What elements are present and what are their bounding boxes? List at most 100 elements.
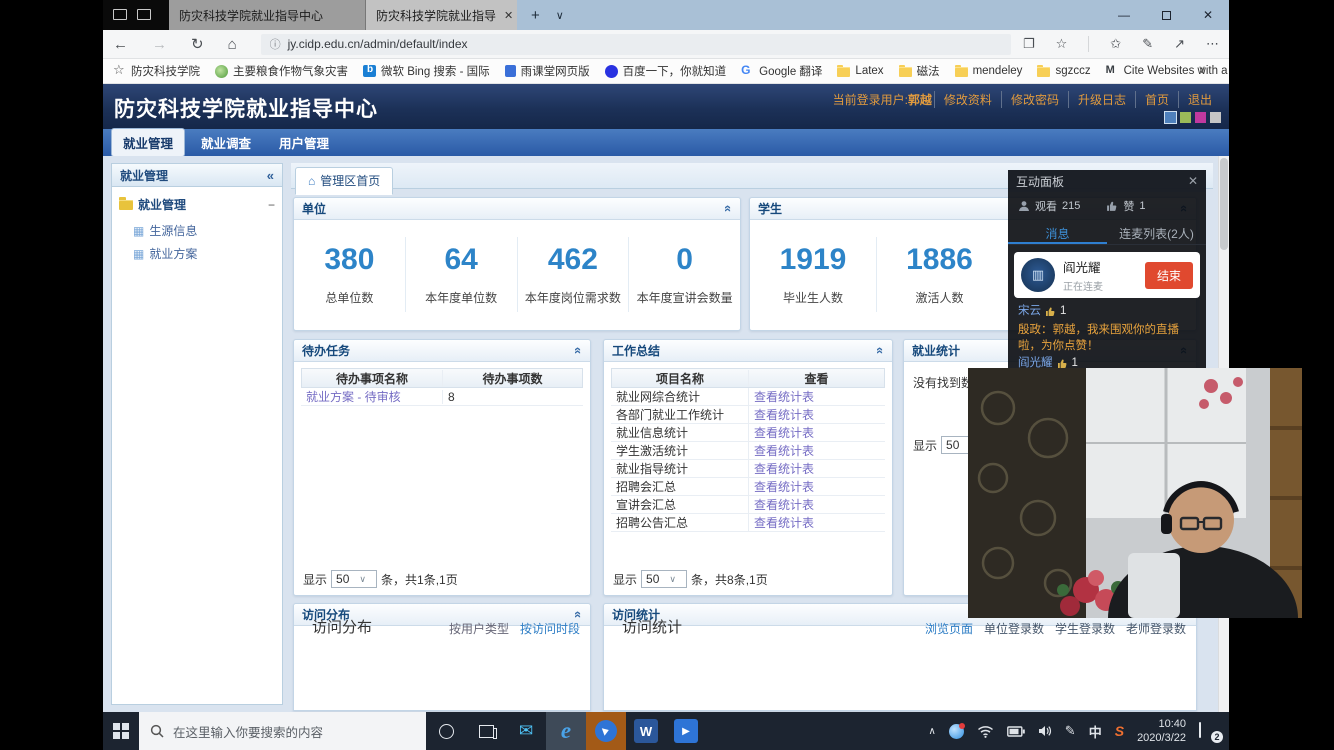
- change-password-link[interactable]: 修改密码: [1001, 91, 1068, 108]
- web-note-icon[interactable]: ✎: [1142, 36, 1153, 52]
- word-app-button[interactable]: W: [626, 712, 666, 750]
- unit-logins-link[interactable]: 单位登录数: [984, 620, 1044, 637]
- page-views-link[interactable]: 浏览页面: [925, 620, 973, 637]
- nav-tab-employment-management[interactable]: 就业管理: [112, 129, 184, 156]
- sidebar-collapse-icon[interactable]: «: [267, 168, 274, 183]
- taskbar-search[interactable]: 在这里输入你要搜索的内容: [139, 712, 426, 750]
- close-button[interactable]: ✕: [1187, 0, 1229, 30]
- site-info-icon[interactable]: ⓘ: [270, 36, 281, 52]
- close-icon[interactable]: ✕: [1188, 174, 1198, 188]
- edge-app-button[interactable]: e: [546, 712, 586, 750]
- bookmark-item[interactable]: 百度一下，你就知道: [605, 63, 727, 79]
- home-icon[interactable]: ⌂: [228, 36, 237, 53]
- tab-messages[interactable]: 消息: [1008, 220, 1107, 244]
- by-user-type-link[interactable]: 按用户类型: [449, 620, 509, 637]
- todo-item-link[interactable]: 就业方案 - 待审核: [301, 388, 442, 405]
- favorites-hub-icon[interactable]: ✩: [1110, 36, 1121, 52]
- add-favorite-icon[interactable]: ☆: [1056, 36, 1068, 52]
- tray-app-icon[interactable]: [949, 724, 964, 739]
- bookmark-item[interactable]: 磁法: [899, 63, 940, 79]
- view-statistics-link[interactable]: 查看统计表: [748, 460, 885, 477]
- pen-icon[interactable]: ✎: [1065, 723, 1076, 739]
- tab-admin-home[interactable]: ⌂ 管理区首页: [295, 167, 393, 195]
- home-link[interactable]: 首页: [1135, 91, 1178, 108]
- nav-tab-employment-survey[interactable]: 就业调查: [190, 129, 262, 156]
- by-time-period-link[interactable]: 按访问时段: [520, 620, 580, 637]
- wifi-icon[interactable]: [977, 725, 994, 738]
- bookmark-item[interactable]: Cite Websites with a l: [1106, 65, 1229, 77]
- end-mic-button[interactable]: 结束: [1145, 262, 1193, 289]
- task-view-button[interactable]: [466, 712, 506, 750]
- start-button[interactable]: [103, 712, 139, 750]
- edit-profile-link[interactable]: 修改资料: [934, 91, 1001, 108]
- clock[interactable]: 10:402020/3/22: [1137, 717, 1186, 746]
- page-size-select[interactable]: 50∨: [331, 570, 377, 588]
- sogou-icon[interactable]: S: [1115, 723, 1124, 739]
- bookmark-item[interactable]: 微软 Bing 搜索 - 国际: [363, 63, 490, 79]
- mail-app-button[interactable]: ✉: [506, 712, 546, 750]
- tab-mic-list[interactable]: 连麦列表(2人): [1107, 220, 1206, 244]
- url-input[interactable]: ⓘ jy.cidp.edu.cn/admin/default/index: [261, 34, 1011, 55]
- restore-button[interactable]: [1145, 0, 1187, 30]
- viewer-count: 观看215: [1018, 198, 1080, 214]
- tab-dropdown-icon[interactable]: ∨: [556, 9, 564, 22]
- upgrade-log-link[interactable]: 升级日志: [1068, 91, 1135, 108]
- bookmark-item[interactable]: Latex: [837, 65, 883, 77]
- battery-icon[interactable]: [1007, 726, 1025, 737]
- collapse-node-icon[interactable]: −: [268, 198, 275, 212]
- panel-collapse-icon[interactable]: «: [571, 347, 586, 354]
- logout-link[interactable]: 退出: [1178, 91, 1221, 108]
- tree-item-employment-plan[interactable]: ▦ 就业方案: [117, 242, 277, 265]
- page-size-select[interactable]: 50∨: [641, 570, 687, 588]
- tray-expand-icon[interactable]: ∧: [928, 726, 935, 737]
- view-statistics-link[interactable]: 查看统计表: [748, 514, 885, 531]
- student-logins-link[interactable]: 学生登录数: [1055, 620, 1115, 637]
- new-tab-button[interactable]: +: [531, 7, 540, 24]
- browser-tab-inactive[interactable]: 防灾科技学院就业指导中心: [169, 0, 365, 30]
- view-statistics-link[interactable]: 查看统计表: [748, 406, 885, 423]
- speaker-icon[interactable]: [1038, 725, 1052, 737]
- bookmarks-overflow-icon[interactable]: ∨: [1198, 63, 1206, 76]
- theme-blue-swatch[interactable]: [1165, 112, 1176, 123]
- panel-visit-stats: 访问统计 访问统计 浏览页面 单位登录数 学生登录数 老师登录数: [603, 603, 1197, 711]
- panel-collapse-icon[interactable]: «: [571, 611, 586, 618]
- panel-collapse-icon[interactable]: «: [873, 347, 888, 354]
- tree-item-student-source[interactable]: ▦ 生源信息: [117, 219, 277, 242]
- bookmark-item[interactable]: 防灾科技学院: [113, 63, 200, 79]
- theme-green-swatch[interactable]: [1180, 112, 1191, 123]
- theme-gray-swatch[interactable]: [1210, 112, 1221, 123]
- bookmark-item[interactable]: sgzccz: [1037, 65, 1090, 77]
- nav-tab-user-management[interactable]: 用户管理: [268, 129, 340, 156]
- view-statistics-link[interactable]: 查看统计表: [748, 478, 885, 495]
- cortana-button[interactable]: [426, 712, 466, 750]
- ime-indicator[interactable]: 中: [1089, 722, 1102, 741]
- recorder-icon: [595, 720, 617, 742]
- more-options-icon[interactable]: ⋯: [1206, 36, 1219, 52]
- share-icon[interactable]: ↗: [1174, 36, 1185, 52]
- bookmark-item[interactable]: mendeley: [955, 65, 1023, 77]
- tree-root-employment[interactable]: 就业管理 −: [117, 194, 277, 219]
- classroom-app-button[interactable]: ▶: [666, 712, 706, 750]
- back-icon[interactable]: ←: [113, 36, 128, 53]
- theme-magenta-swatch[interactable]: [1195, 112, 1206, 123]
- tab-preview-icon[interactable]: [137, 9, 151, 20]
- reading-view-icon[interactable]: ❐: [1023, 36, 1035, 52]
- bookmark-item[interactable]: Google 翻译: [741, 63, 822, 79]
- view-statistics-link[interactable]: 查看统计表: [748, 424, 885, 441]
- scrollbar-thumb[interactable]: [1220, 158, 1228, 250]
- view-statistics-link[interactable]: 查看统计表: [748, 496, 885, 513]
- set-tabs-aside-icon[interactable]: [113, 9, 127, 20]
- view-statistics-link[interactable]: 查看统计表: [748, 442, 885, 459]
- bookmark-item[interactable]: 雨课堂网页版: [505, 63, 590, 79]
- teacher-logins-link[interactable]: 老师登录数: [1126, 620, 1186, 637]
- refresh-icon[interactable]: ↻: [191, 35, 204, 53]
- screen-recorder-app-button[interactable]: [586, 712, 626, 750]
- panel-collapse-icon[interactable]: «: [721, 205, 736, 212]
- forward-icon[interactable]: →: [152, 36, 167, 53]
- bookmark-item[interactable]: 主要粮食作物气象灾害: [215, 63, 348, 79]
- minimize-button[interactable]: —: [1103, 0, 1145, 30]
- browser-tab-active[interactable]: 防灾科技学院就业指导✕: [365, 0, 517, 30]
- tab-close-icon[interactable]: ✕: [496, 9, 513, 22]
- action-center-button[interactable]: 2: [1199, 723, 1219, 740]
- view-statistics-link[interactable]: 查看统计表: [748, 388, 885, 405]
